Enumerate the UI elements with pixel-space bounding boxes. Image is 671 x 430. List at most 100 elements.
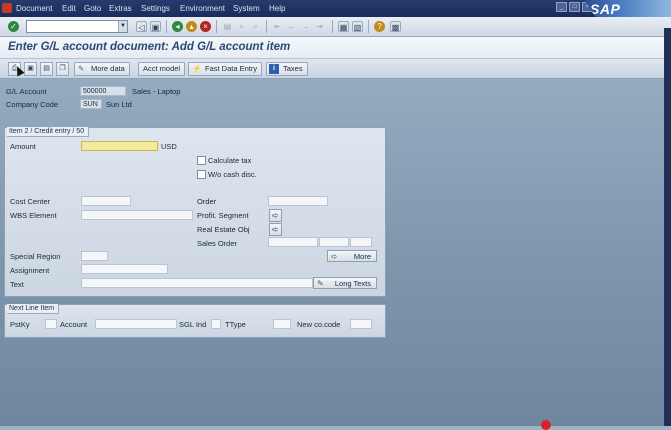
page-title: Enter G/L account document: Add G/L acco… xyxy=(8,41,291,53)
first-page-icon[interactable]: ⇤ xyxy=(272,21,283,32)
toolbar-divider xyxy=(216,20,217,33)
minimize-icon[interactable]: _ xyxy=(556,2,567,12)
company-code-label: Company Code xyxy=(6,100,59,109)
find-next-icon[interactable]: ⌕ xyxy=(250,21,261,32)
wbs-element-label: WBS Element xyxy=(10,211,57,220)
copy-icon[interactable]: ▤ xyxy=(40,62,53,76)
ttype-input[interactable] xyxy=(273,319,291,329)
menu-system[interactable]: System xyxy=(233,4,260,13)
text-input[interactable] xyxy=(81,278,313,288)
next-line-item-title: Next Line Item xyxy=(7,304,60,314)
account-label: Account xyxy=(60,320,88,329)
last-page-icon[interactable]: ⇥ xyxy=(314,21,325,32)
sgl-ind-input[interactable] xyxy=(211,319,221,329)
menu-edit[interactable]: Edit xyxy=(62,4,76,13)
prev-page-icon[interactable]: ← xyxy=(286,21,297,32)
sap-menu-icon[interactable] xyxy=(2,3,12,13)
menu-environment[interactable]: Environment xyxy=(180,4,225,13)
item-group-title: Item 2 / Credit entry / 50 xyxy=(7,127,90,137)
toolbar-divider xyxy=(368,20,369,33)
cost-center-input[interactable] xyxy=(81,196,131,206)
more-button[interactable]: ➪ More xyxy=(327,250,377,262)
fast-data-entry-icon: ⚡ xyxy=(192,64,202,73)
order-input[interactable] xyxy=(268,196,328,206)
menu-help[interactable]: Help xyxy=(269,4,285,13)
sales-order-item-input[interactable] xyxy=(319,237,349,247)
ttype-label: TType xyxy=(225,320,246,329)
menu-bar: Document Edit Goto Extras Settings Envir… xyxy=(0,0,671,17)
special-region-input[interactable] xyxy=(81,251,108,261)
more-arrow-icon: ➪ xyxy=(331,252,338,261)
sales-order-input[interactable] xyxy=(268,237,318,247)
profit-segment-arrow-icon[interactable]: ➪ xyxy=(269,209,282,222)
account-input[interactable] xyxy=(95,319,177,329)
cost-center-label: Cost Center xyxy=(10,197,51,206)
amount-label: Amount xyxy=(10,142,36,151)
create-session-icon[interactable]: ▦ xyxy=(338,21,349,32)
layout-icon[interactable]: ▩ xyxy=(390,21,401,32)
chevron-down-icon[interactable]: ▼ xyxy=(118,21,127,32)
fast-data-entry-button[interactable]: ⚡ Fast Data Entry xyxy=(188,62,263,76)
taxes-label: Taxes xyxy=(283,64,303,73)
exit-icon[interactable]: ▴ xyxy=(186,21,197,32)
assignment-input[interactable] xyxy=(81,264,168,274)
more-data-icon: ✎ xyxy=(78,64,85,73)
menu-extras[interactable]: Extras xyxy=(109,4,132,13)
company-code-description: Sun Ltd xyxy=(106,100,132,109)
wbs-element-input[interactable] xyxy=(81,210,193,220)
next-page-icon[interactable]: → xyxy=(300,21,311,32)
item-group-box: Item 2 / Credit entry / 50 Amount USD Ca… xyxy=(4,127,386,297)
menu-settings[interactable]: Settings xyxy=(141,4,170,13)
enter-icon[interactable]: ✓ xyxy=(8,21,19,32)
sales-order-label: Sales Order xyxy=(197,239,238,248)
sap-logo-text: SAP xyxy=(590,1,621,17)
save-icon[interactable]: ▣ xyxy=(150,21,161,32)
hold-icon[interactable]: ❐ xyxy=(56,62,69,76)
gl-account-field: 500000 xyxy=(80,86,126,96)
help-icon[interactable]: ? xyxy=(374,21,385,32)
real-estate-obj-label: Real Estate Obj xyxy=(197,225,250,234)
pstky-label: PstKy xyxy=(10,320,30,329)
pstky-input[interactable] xyxy=(45,319,57,329)
taxes-button[interactable]: i Taxes xyxy=(266,62,308,76)
calculate-tax-checkbox[interactable] xyxy=(197,156,206,165)
assignment-label: Assignment xyxy=(10,266,50,275)
wo-cash-disc-checkbox[interactable] xyxy=(197,170,206,179)
sales-order-schedule-input[interactable] xyxy=(350,237,372,247)
special-region-label: Special Region xyxy=(10,252,61,261)
acct-model-button[interactable]: Acct model xyxy=(138,62,186,76)
gl-account-description: Sales - Laptop xyxy=(132,87,181,96)
new-co-code-input[interactable] xyxy=(350,319,372,329)
toolbar-divider xyxy=(332,20,333,33)
display-icon[interactable]: ▣ xyxy=(24,62,37,76)
title-bar: Enter G/L account document: Add G/L acco… xyxy=(0,37,671,58)
shortcut-icon[interactable]: ▧ xyxy=(352,21,363,32)
print-icon[interactable]: ▤ xyxy=(222,21,233,32)
back-icon[interactable]: ◂ xyxy=(172,21,183,32)
menu-document[interactable]: Document xyxy=(16,4,52,13)
command-field[interactable]: ▼ xyxy=(26,20,128,33)
find-icon[interactable]: ⌕ xyxy=(236,21,247,32)
cancel-icon[interactable]: × xyxy=(200,21,211,32)
next-line-item-box: Next Line Item PstKy Account SGL Ind TTy… xyxy=(4,304,386,338)
wo-cash-disc-label: W/o cash disc. xyxy=(208,170,257,179)
record-indicator-icon xyxy=(541,420,551,430)
window-edge xyxy=(664,28,671,426)
long-texts-icon: ✎ xyxy=(317,279,324,288)
info-icon: i xyxy=(269,64,279,74)
more-data-button[interactable]: ✎ More data xyxy=(74,62,130,76)
currency-label: USD xyxy=(161,142,177,151)
text-label: Text xyxy=(10,280,24,289)
maximize-icon[interactable]: □ xyxy=(569,2,580,12)
company-code-field: SUN xyxy=(80,99,102,109)
order-label: Order xyxy=(197,197,217,206)
sgl-ind-label: SGL Ind xyxy=(179,320,207,329)
amount-input[interactable] xyxy=(81,141,158,151)
gl-account-label: G/L Account xyxy=(6,87,47,96)
profit-segment-label: Profit. Segment xyxy=(197,211,249,220)
long-texts-button[interactable]: ✎ Long Texts xyxy=(313,277,377,289)
calculate-tax-label: Calculate tax xyxy=(208,156,252,165)
back-nav-icon[interactable]: ◁ xyxy=(136,21,147,32)
menu-goto[interactable]: Goto xyxy=(84,4,101,13)
real-estate-obj-arrow-icon[interactable]: ➪ xyxy=(269,223,282,236)
